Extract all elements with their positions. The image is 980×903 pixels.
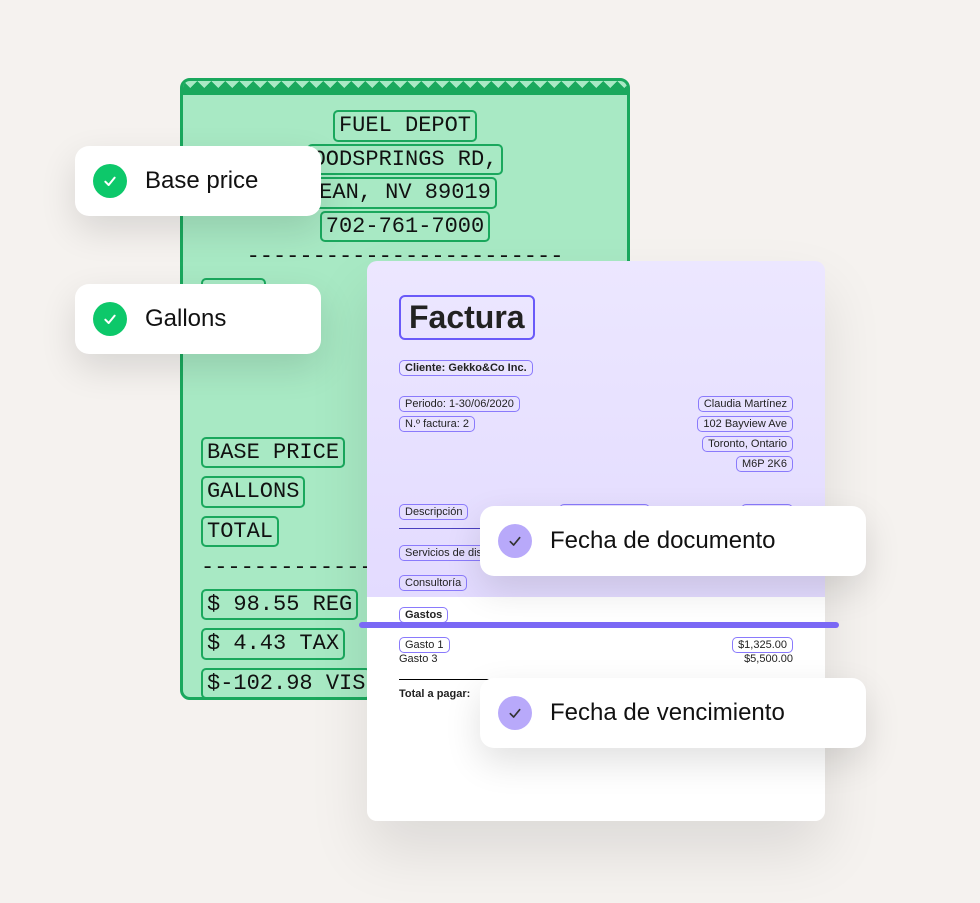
invoice-addr2: Toronto, Ontario (702, 436, 793, 452)
pill-document-date-label: Fecha de documento (550, 527, 775, 555)
invoice-row-consulting: Consultoría (399, 575, 467, 591)
invoice-period: Periodo: 1-30/06/2020 (399, 396, 520, 412)
pill-due-date: Fecha de vencimiento (480, 678, 866, 748)
invoice-col-desc: Descripción (399, 504, 468, 520)
invoice-addr1: 102 Bayview Ave (697, 416, 793, 432)
receipt-merchant: FUEL DEPOT (333, 110, 477, 142)
invoice-scan-line (359, 622, 839, 628)
pill-gallons-label: Gallons (145, 305, 226, 333)
receipt-addr2: EAN, NV 89019 (313, 177, 497, 209)
receipt-gallons-label: GALLONS (201, 476, 305, 508)
pill-gallons: Gallons (75, 284, 321, 354)
invoice-name: Claudia Martínez (698, 396, 793, 412)
invoice-addr3: M6P 2K6 (736, 456, 793, 472)
check-icon (93, 302, 127, 336)
receipt-amount-tax: $ 4.43 TAX (201, 628, 345, 660)
invoice-row-gasto3-amt: $5,500.00 (744, 653, 793, 665)
pill-due-date-label: Fecha de vencimiento (550, 699, 785, 727)
invoice-row-gasto3: Gasto 3 (399, 653, 438, 665)
receipt-amount-reg: $ 98.55 REG (201, 589, 358, 621)
pill-base-price: Base price (75, 146, 321, 216)
receipt-amount-vis: $-102.98 VIS (201, 668, 371, 700)
pill-document-date: Fecha de documento (480, 506, 866, 576)
receipt-phone: 702-761-7000 (320, 211, 490, 243)
invoice-section-gastos: Gastos (399, 607, 448, 623)
check-icon (498, 696, 532, 730)
receipt-base-price-label: BASE PRICE (201, 437, 345, 469)
check-icon (498, 524, 532, 558)
receipt-addr1: OODSPRINGS RD, (307, 144, 504, 176)
receipt-total-label: TOTAL (201, 516, 279, 548)
check-icon (93, 164, 127, 198)
invoice-number: N.º factura: 2 (399, 416, 475, 432)
pill-base-price-label: Base price (145, 167, 258, 195)
invoice-client: Cliente: Gekko&Co Inc. (399, 360, 533, 376)
invoice-title: Factura (399, 295, 535, 340)
